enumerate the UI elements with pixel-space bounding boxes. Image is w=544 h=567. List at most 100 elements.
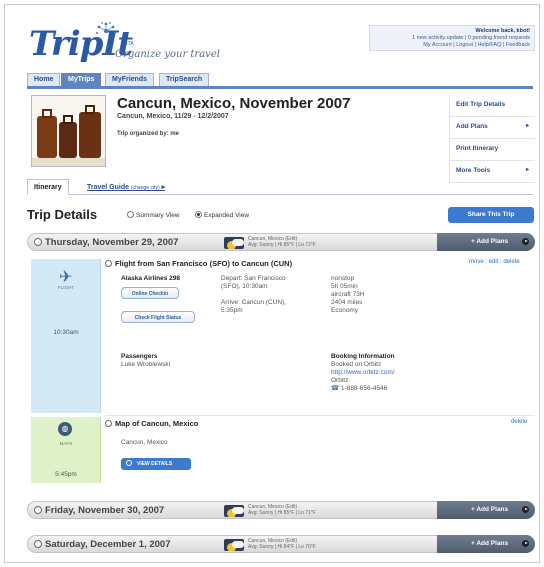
depart-line-1: Depart: San Francisco [221,275,286,282]
passengers: Passengers Luke Wroblewski [121,353,170,369]
weather-text: Cancun, Mexico (Edit) Avg: Sunny | Hi 85… [248,504,316,516]
view-details-label: VIEW DETAILS [137,461,173,467]
flight-title[interactable]: Flight from San Francisco (SFO) to Cancu… [105,259,292,268]
tab-tripsearch[interactable]: TripSearch [159,73,210,86]
passenger-name: Luke Wroblewski [121,361,171,368]
map-title-text: Map of Cancun, Mexico [115,419,199,428]
map-location: Cancun, Mexico [121,439,168,446]
flight-distance: 2404 miles [331,299,363,306]
trip-subtitle: Cancun, Mexico, 11/29 - 12/2/2007 [117,113,229,120]
booking-phone-row: ☎ 1-888-656-4546 [331,385,395,393]
flight-stops: nonstop [331,275,355,282]
beta-badge: BETA [121,41,134,47]
tab-travel-guide[interactable]: Travel Guide (change city) ▸ [81,179,171,195]
trip-side-menu: Edit Trip Details Add Plans ▸ Print Itine… [449,95,535,183]
add-plans-menu[interactable]: Add Plans ▸ [450,117,535,139]
change-city-link[interactable]: (change city) [131,185,160,191]
day-bar: Saturday, December 1, 2007 Cancun, Mexic… [27,535,535,553]
booked-on: Booked on Orbitz [331,361,382,368]
play-arrow-icon [522,540,529,547]
expand-circle-icon [105,260,112,267]
clock-icon [34,540,42,548]
welcome-text: Welcome back, kbot! [475,28,530,34]
clock-icon [34,506,42,514]
day-bar: Friday, November 30, 2007 Cancun, Mexico… [27,501,535,519]
globe-icon: ◍ [58,422,72,436]
day-label: Thursday, November 29, 2007 [45,237,179,248]
arrow-right-icon: ▸ [161,184,166,191]
add-plans-label: + Add Plans [471,238,509,245]
print-itinerary-link[interactable]: Print Itinerary [450,139,535,161]
radio-unselected-icon [127,211,134,218]
tripit-logo[interactable]: TripIt BETA Organize your travel [29,22,220,61]
flight-type-label: FLIGHT [57,285,74,290]
travel-guide-label: Travel Guide [87,184,130,191]
expand-circle-icon [105,420,112,427]
share-trip-button[interactable]: Share This Trip [448,207,534,223]
check-flight-status-button[interactable]: Check Flight Status [121,311,195,323]
trip-organizer: Trip organized by: me [117,131,180,137]
airline-name: Alaska Airlines 298 [121,275,181,282]
booking-info: Booking Information Booked on Orbitz htt… [331,353,395,393]
tab-home[interactable]: Home [27,73,61,86]
welcome-box: Welcome back, kbot! 1 new activity updat… [369,25,535,51]
trip-title: Cancun, Mexico, November 2007 [117,95,351,112]
expanded-view-option[interactable]: Expanded View [195,211,249,219]
trip-details-heading: Trip Details [27,207,98,222]
flight-aircraft: aircraft 73H [331,291,365,298]
booking-phone: 1-888-656-4546 [340,385,388,392]
tab-myfriends[interactable]: MyFriends [105,73,155,86]
summary-view-option[interactable]: Summary View [127,211,180,219]
edit-trip-label: Edit Trip Details [456,101,506,108]
trip-photo [31,95,106,167]
add-plans-button[interactable]: + Add Plans [437,233,535,251]
tab-itinerary[interactable]: Itinerary [27,179,69,195]
add-plans-label: + Add Plans [471,540,509,547]
summary-view-label: Summary View [136,212,180,219]
weather-sunny-icon [224,505,244,517]
luggage-image [32,96,105,166]
arrive-info: Arrive: Cancun (CUN), 5:35pm [221,299,286,315]
map-title[interactable]: Map of Cancun, Mexico [105,419,198,428]
activity-link[interactable]: 1 new activity update | 0 pending friend… [374,35,530,42]
tab-mytrips[interactable]: MyTrips [61,73,102,86]
main-nav: Home MyTrips MyFriends TripSearch [27,73,533,89]
view-details-button[interactable]: VIEW DETAILS [121,458,191,470]
play-arrow-icon [522,506,529,513]
clock-icon [34,238,42,246]
weather-sunny-icon [224,237,244,249]
add-plans-label: + Add Plans [471,506,509,513]
map-delete-link[interactable]: delete [511,419,527,425]
depart-line-2: (SFO), 10:30am [221,283,268,290]
flight-type-column: ✈ FLIGHT 10:30am [31,259,101,413]
print-itinerary-label: Print Itinerary [456,145,499,152]
radio-selected-icon [195,211,202,218]
flight-actions[interactable]: move : edit : delete [469,259,520,265]
arrow-right-icon: ▸ [525,123,529,129]
booking-agent: Orbitz [331,377,349,384]
flight-title-text: Flight from San Francisco (SFO) to Cancu… [115,259,293,268]
edit-trip-details-link[interactable]: Edit Trip Details [450,95,535,117]
expanded-view-label: Expanded View [204,212,250,219]
more-tools-label: More Tools [456,167,491,174]
add-plans-button[interactable]: + Add Plans [437,535,535,553]
phone-icon: ☎ [331,385,340,392]
weather-forecast: Avg: Sunny | Hi 85°F | Lo 72°F [248,242,316,248]
add-plans-button[interactable]: + Add Plans [437,501,535,519]
flight-time: 10:30am [53,329,79,336]
trip-subtabs: Itinerary Travel Guide (change city) ▸ [27,177,533,195]
flight-duration: 5h 05min [331,283,358,290]
weather-text: Cancun, Mexico (Edit) Avg: Sunny | Hi 85… [248,236,316,248]
weather-forecast: Avg: Sunny | Hi 85°F | Lo 71°F [248,510,316,516]
logo-sparkle-icon [96,22,116,34]
weather-sunny-icon [224,539,244,551]
play-arrow-icon [522,238,529,245]
magnifier-icon [126,460,132,466]
account-links[interactable]: My Account | Logout | Help/FAQ | Feedbac… [374,42,530,49]
map-type-label: MAPS [59,441,73,446]
booking-url-link[interactable]: http://www.orbitz.com/ [331,369,395,377]
online-checkin-button[interactable]: Online Checkin [121,287,179,299]
flight-specs: nonstop 5h 05min aircraft 73H 2404 miles… [331,275,365,315]
booking-label: Booking Information [331,353,395,360]
weather-text: Cancun, Mexico (Edit) Avg: Sunny | Hi 84… [248,538,316,550]
